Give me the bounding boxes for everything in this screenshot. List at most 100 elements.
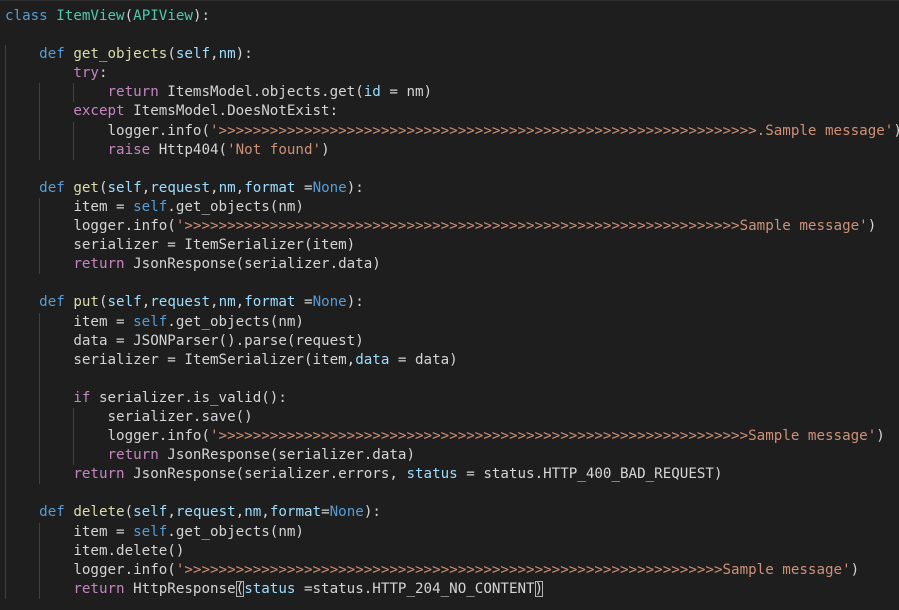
- code-line[interactable]: if serializer.is_valid():: [5, 388, 899, 408]
- code-line[interactable]: def put(self,request,nm,format =None):: [5, 293, 899, 313]
- indent-guide: [73, 407, 75, 428]
- indent-guide: [39, 331, 41, 351]
- code-token: except: [73, 103, 125, 120]
- code-token: def: [39, 294, 65, 311]
- indent-guide: [73, 446, 75, 466]
- code-line[interactable]: [5, 159, 899, 179]
- code-content[interactable]: class ItemView(APIView): def get_objects…: [5, 7, 899, 599]
- indent-guide: [5, 369, 6, 389]
- code-token: .get_objects(nm): [167, 523, 304, 540]
- code-token: ,: [210, 46, 219, 63]
- code-token: ,: [235, 179, 245, 196]
- code-token: ItemsModel.objects.get(: [158, 84, 364, 101]
- code-line[interactable]: except ItemsModel.DoesNotExist:: [5, 102, 899, 122]
- code-token: '>>>>>>>>>>>>>>>>>>>>>>>>>>>>>>>>>>>>>>>…: [175, 218, 868, 235]
- code-token: nm: [218, 46, 236, 63]
- code-line[interactable]: return JsonResponse(serializer.errors, s…: [5, 465, 899, 485]
- indent-guide: [5, 312, 6, 332]
- indent-guide: [5, 197, 6, 218]
- code-token: self: [133, 504, 168, 521]
- code-line[interactable]: [5, 26, 899, 45]
- code-token: return: [73, 256, 125, 273]
- code-line[interactable]: try:: [5, 64, 899, 84]
- code-token: ):: [363, 504, 381, 521]
- code-line[interactable]: def get(self,request,nm,format =None):: [5, 178, 899, 198]
- code-token: logger.info(: [5, 561, 176, 578]
- code-token: delete: [73, 504, 125, 521]
- indent-guide: [5, 522, 6, 542]
- code-line[interactable]: data = JSONParser().parse(request): [5, 331, 899, 351]
- code-token: ): [876, 428, 885, 445]
- code-token: format: [269, 504, 322, 521]
- indent-guide: [39, 255, 41, 275]
- code-line[interactable]: item = self.get_objects(nm): [5, 522, 899, 542]
- code-editor[interactable]: class ItemView(APIView): def get_objects…: [0, 0, 899, 610]
- code-line[interactable]: logger.info('>>>>>>>>>>>>>>>>>>>>>>>>>>>…: [5, 217, 899, 237]
- code-line[interactable]: return HttpResponse(status =status.HTTP_…: [5, 579, 899, 599]
- code-line[interactable]: raise Http404('Not found'): [5, 140, 899, 160]
- code-line[interactable]: [5, 484, 899, 504]
- code-line[interactable]: item.delete(): [5, 541, 899, 561]
- code-token: data = JSONParser().parse(request): [5, 332, 364, 349]
- indent-guide: [5, 178, 6, 198]
- indent-guide: [39, 217, 41, 237]
- code-line[interactable]: item = self.get_objects(nm): [5, 197, 899, 218]
- code-token: =: [295, 179, 313, 196]
- code-token: =: [295, 294, 313, 311]
- indent-guide: [39, 140, 41, 160]
- indent-guide: [5, 579, 6, 599]
- code-token: ,: [167, 504, 176, 521]
- indent-guide: [5, 255, 6, 275]
- code-line[interactable]: logger.info('>>>>>>>>>>>>>>>>>>>>>>>>>>>…: [5, 121, 899, 141]
- code-line[interactable]: item = self.get_objects(nm): [5, 312, 899, 332]
- code-token: serializer = ItemSerializer(item): [5, 237, 356, 254]
- code-token: class: [5, 8, 48, 24]
- code-token: :: [98, 65, 108, 82]
- code-line[interactable]: def delete(self,request,nm,format=None):: [5, 503, 899, 523]
- code-token: = nm): [380, 84, 433, 101]
- indent-guide: [39, 541, 41, 561]
- code-line[interactable]: logger.info('>>>>>>>>>>>>>>>>>>>>>>>>>>>…: [5, 560, 899, 580]
- code-line[interactable]: serializer.save(): [5, 407, 899, 428]
- code-token: None: [329, 504, 364, 521]
- indent-guide: [39, 465, 41, 485]
- code-token: (: [98, 179, 108, 196]
- code-token: logger.info(: [5, 428, 210, 445]
- code-line[interactable]: [5, 274, 899, 294]
- code-line[interactable]: logger.info('>>>>>>>>>>>>>>>>>>>>>>>>>>>…: [5, 427, 899, 447]
- indent-guide: [5, 64, 6, 84]
- indent-guide: [39, 350, 41, 370]
- code-token: return: [107, 84, 159, 101]
- code-token: return: [73, 466, 125, 483]
- code-token: APIView: [133, 8, 193, 24]
- code-token: ): [893, 123, 899, 139]
- code-token: ItemsModel.DoesNotExist:: [124, 103, 339, 120]
- indent-guide: [5, 45, 6, 65]
- code-token: self: [175, 46, 211, 63]
- code-token: return: [107, 447, 159, 464]
- code-token: ,: [210, 294, 219, 311]
- code-token: request: [150, 294, 211, 311]
- code-line[interactable]: return JsonResponse(serializer.data): [5, 255, 899, 275]
- indent-guide: [5, 388, 6, 408]
- code-token: raise: [107, 141, 151, 158]
- indent-guide: [5, 484, 6, 504]
- code-line[interactable]: serializer = ItemSerializer(item,data = …: [5, 350, 899, 370]
- code-token: ,: [141, 294, 151, 311]
- code-line[interactable]: def get_objects(self,nm):: [5, 45, 899, 65]
- code-line[interactable]: class ItemView(APIView):: [5, 7, 899, 26]
- code-token: ): [850, 561, 860, 578]
- indent-guide: [39, 560, 41, 580]
- indent-guide: [39, 427, 41, 447]
- code-line[interactable]: [5, 369, 899, 389]
- code-line[interactable]: serializer = ItemSerializer(item): [5, 236, 899, 256]
- code-line[interactable]: return ItemsModel.objects.get(id = nm): [5, 83, 899, 103]
- code-token: nm: [218, 179, 236, 196]
- indent-guide: [73, 83, 75, 103]
- indent-guide: [5, 83, 6, 103]
- code-token: self: [133, 313, 168, 330]
- code-line[interactable]: return JsonResponse(serializer.data): [5, 446, 899, 466]
